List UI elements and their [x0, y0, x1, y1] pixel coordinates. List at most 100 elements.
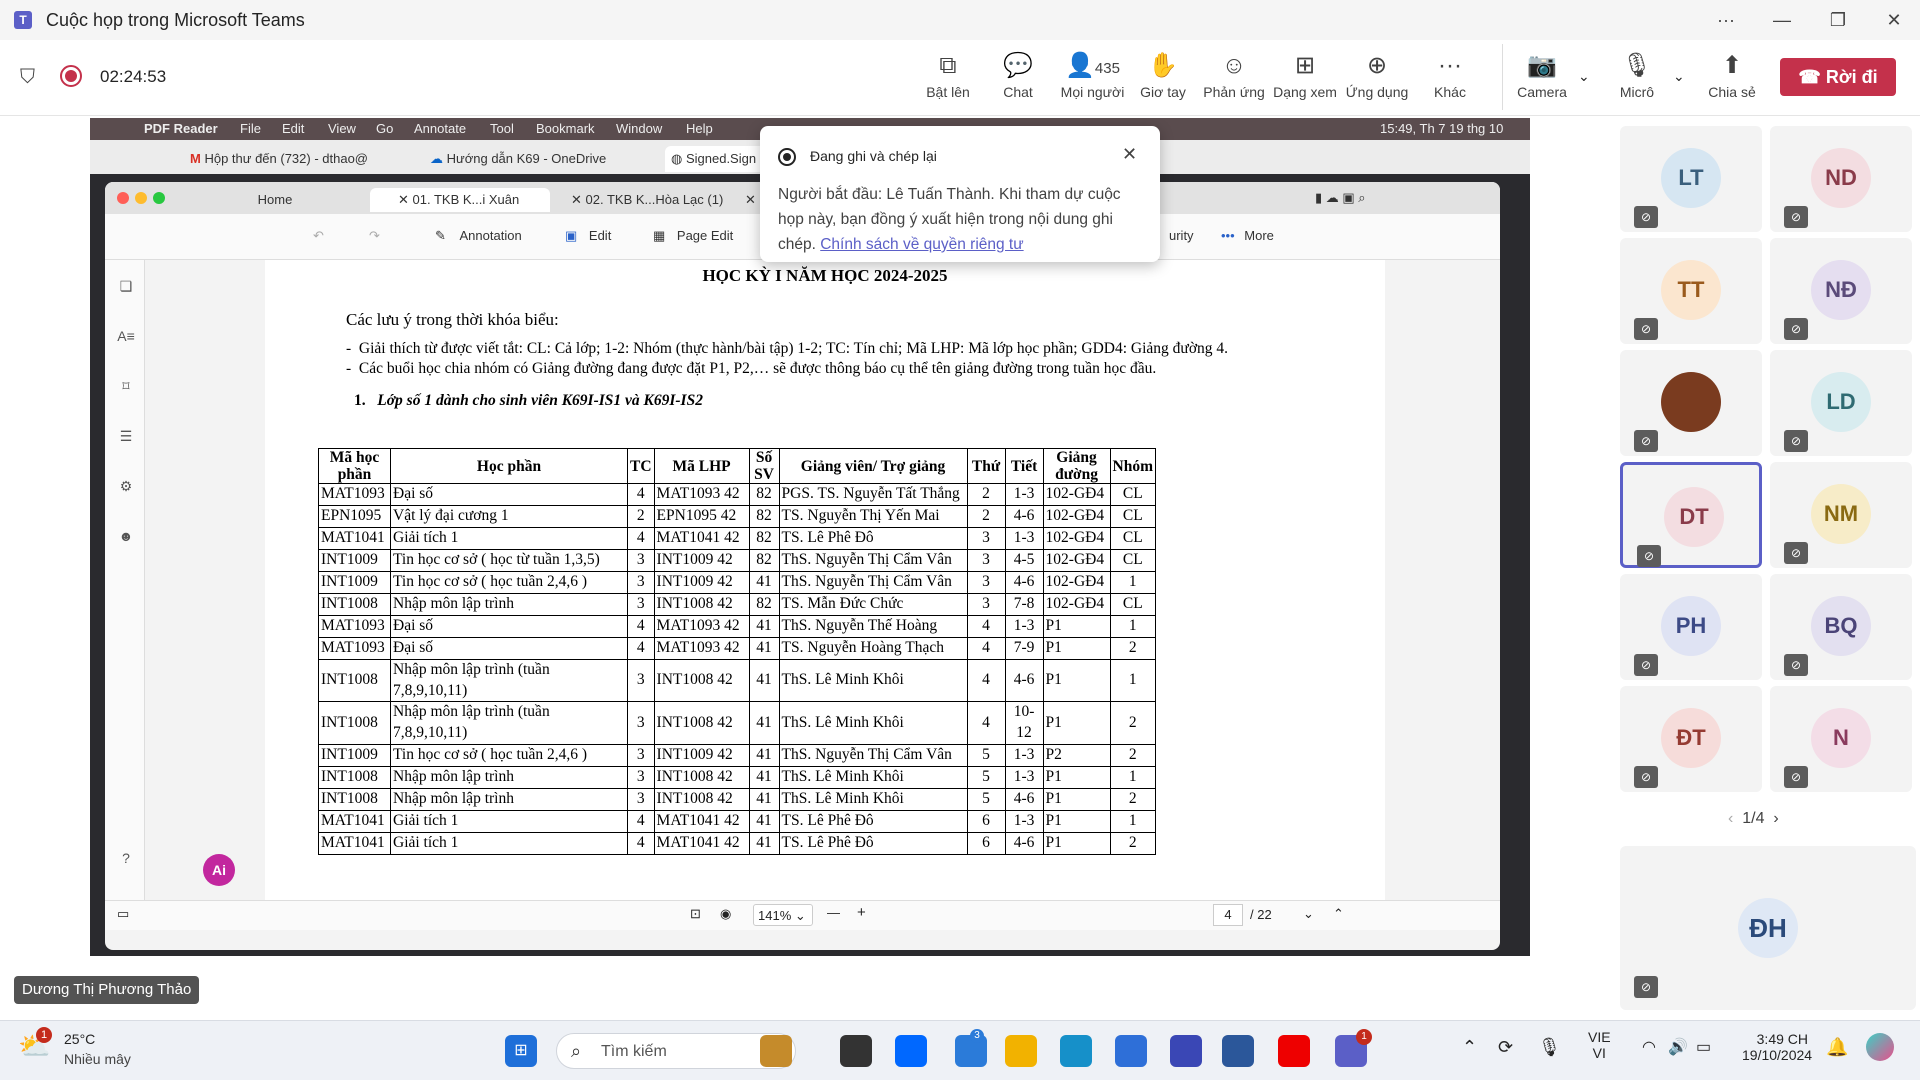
- windows-start-icon[interactable]: ⊞: [505, 1035, 537, 1067]
- help-icon[interactable]: ?: [117, 850, 135, 868]
- apps-button[interactable]: ⊕ Ứng dụng: [1342, 50, 1412, 110]
- copilot-icon[interactable]: [1866, 1033, 1894, 1061]
- mac-close-icon[interactable]: [117, 192, 129, 204]
- undo-icon[interactable]: ↶: [313, 228, 324, 244]
- robot-icon[interactable]: ☻: [117, 528, 135, 546]
- menu-pdf-reader[interactable]: PDF Reader: [144, 121, 218, 136]
- participant-tile[interactable]: TT ⊘: [1620, 238, 1762, 344]
- mac-zoom-icon[interactable]: [153, 192, 165, 204]
- sketch-icon[interactable]: [1170, 1035, 1202, 1067]
- tray-chevron-icon[interactable]: ⌃: [1462, 1037, 1477, 1058]
- page-edit-button[interactable]: ▦ Page Edit: [653, 228, 733, 244]
- browser-tab-onedrive[interactable]: ☁ Hướng dẫn K69 - OneDrive: [430, 146, 655, 172]
- participant-tile[interactable]: LT ⊘: [1620, 126, 1762, 232]
- browser-tab-gmail[interactable]: M Hộp thư đến (732) - dthao@: [190, 146, 426, 172]
- privacy-policy-link[interactable]: Chính sách về quyền riêng tư: [820, 236, 1023, 253]
- close-icon[interactable]: ✕: [1874, 6, 1914, 34]
- participant-tile[interactable]: NM ⊘: [1770, 462, 1912, 568]
- participant-tile[interactable]: N ⊘: [1770, 686, 1912, 792]
- more-button[interactable]: ··· Khác: [1415, 50, 1485, 110]
- volume-icon[interactable]: 🔊: [1668, 1037, 1688, 1057]
- redo-icon[interactable]: ↷: [369, 228, 380, 244]
- participant-tile[interactable]: PH ⊘: [1620, 574, 1762, 680]
- window-more-button[interactable]: ···: [1706, 6, 1746, 34]
- menu-edit[interactable]: Edit: [282, 121, 304, 136]
- mac-minimize-icon[interactable]: [135, 192, 147, 204]
- sidebar-toggle-icon[interactable]: ▭: [117, 906, 129, 922]
- more-tools-button[interactable]: ••• More: [1221, 228, 1274, 243]
- pdf-tab-tkb-2[interactable]: ✕ 02. TKB K...Hòa Lạc (1): [565, 188, 745, 212]
- youtube-icon[interactable]: [1278, 1035, 1310, 1067]
- tab-close-icon[interactable]: ✕: [571, 192, 586, 207]
- prev-icon[interactable]: ‹: [1728, 810, 1738, 827]
- pdf-top-icons[interactable]: ▮ ☁ ▣ ⌕: [1315, 190, 1366, 206]
- tab-close-icon[interactable]: ✕: [398, 192, 413, 207]
- zoom-out-icon[interactable]: —: [827, 905, 840, 920]
- restore-icon[interactable]: ❐: [1818, 6, 1858, 34]
- wifi-icon[interactable]: ◠: [1642, 1037, 1656, 1057]
- sync-icon[interactable]: ⟳: [1498, 1037, 1513, 1058]
- mic-options-chevron-icon[interactable]: ⌄: [1673, 68, 1685, 85]
- menu-view[interactable]: View: [328, 121, 356, 136]
- settings-icon[interactable]: ⚙: [117, 478, 135, 496]
- minimize-icon[interactable]: —: [1762, 6, 1802, 34]
- camera-options-chevron-icon[interactable]: ⌄: [1578, 68, 1590, 85]
- battery-icon[interactable]: ▭: [1696, 1037, 1711, 1057]
- page-number-input[interactable]: 4: [1213, 904, 1243, 926]
- pdf-tab-home[interactable]: Home: [185, 188, 365, 212]
- pdf-tab-tkb-1[interactable]: ✕ 01. TKB K...i Xuân Thủy: [370, 188, 550, 231]
- leave-button[interactable]: ☎ Rời đi: [1780, 58, 1896, 96]
- ai-assistant-button[interactable]: Ai: [203, 854, 235, 886]
- chat-button[interactable]: 💬 Chat: [983, 50, 1053, 110]
- menu-file[interactable]: File: [240, 121, 261, 136]
- prev-page-icon[interactable]: ⌃: [1333, 906, 1344, 922]
- popout-button[interactable]: ⧉ Bật lên: [913, 50, 983, 110]
- annotation-button[interactable]: ✎ Annotation: [435, 228, 522, 244]
- participant-tile[interactable]: ⊘: [1620, 350, 1762, 456]
- participant-tile[interactable]: ND ⊘: [1770, 126, 1912, 232]
- edge-icon[interactable]: [1060, 1035, 1092, 1067]
- word-icon[interactable]: [1222, 1035, 1254, 1067]
- menu-annotate[interactable]: Annotate: [414, 121, 466, 136]
- language-indicator[interactable]: VIE VI: [1588, 1029, 1611, 1061]
- eye-icon[interactable]: ◉: [720, 906, 731, 922]
- list-icon[interactable]: ☰: [117, 428, 135, 446]
- mic-button[interactable]: 🎙 Micrô: [1602, 50, 1672, 110]
- text-icon[interactable]: A≡: [117, 328, 135, 346]
- menu-go[interactable]: Go: [376, 121, 393, 136]
- mic-muted-icon[interactable]: 🎙: [1538, 1037, 1561, 1058]
- security-button[interactable]: urity: [1169, 228, 1194, 243]
- folder-icon[interactable]: [1005, 1035, 1037, 1067]
- next-icon[interactable]: ›: [1769, 810, 1778, 827]
- view-button[interactable]: ⊞ Dạng xem: [1270, 50, 1340, 110]
- menu-help[interactable]: Help: [686, 121, 713, 136]
- bell-icon[interactable]: 🔔: [1826, 1037, 1848, 1058]
- reaction-button[interactable]: ☺ Phản ứng: [1199, 50, 1269, 110]
- participant-tile[interactable]: ĐT ⊘: [1620, 686, 1762, 792]
- tab-close-icon[interactable]: ✕: [745, 192, 760, 207]
- menu-tool[interactable]: Tool: [490, 121, 514, 136]
- zoom-select[interactable]: 141% ⌄: [753, 904, 813, 926]
- pages-icon[interactable]: ❏: [117, 278, 135, 296]
- participant-tile[interactable]: NĐ ⊘: [1770, 238, 1912, 344]
- zalo-icon[interactable]: [895, 1035, 927, 1067]
- file-manager-icon[interactable]: [840, 1035, 872, 1067]
- people-button[interactable]: 👤435 Mọi người: [1055, 50, 1130, 110]
- participant-tile-large[interactable]: ĐH ⊘: [1620, 846, 1916, 1010]
- participant-tile[interactable]: DT ⊘: [1620, 462, 1762, 568]
- zoom-in-icon[interactable]: +: [857, 904, 866, 921]
- menu-bookmark[interactable]: Bookmark: [536, 121, 595, 136]
- bookmark-icon[interactable]: ⌑: [117, 378, 135, 396]
- raise-hand-button[interactable]: ✋ Giơ tay: [1128, 50, 1198, 110]
- hat-decoration-icon[interactable]: [760, 1035, 792, 1067]
- next-page-icon[interactable]: ⌄: [1303, 906, 1314, 922]
- fit-icon[interactable]: ⊡: [690, 906, 701, 922]
- participant-tile[interactable]: LD ⊘: [1770, 350, 1912, 456]
- camera-button[interactable]: 📷 Camera: [1507, 50, 1577, 110]
- clock[interactable]: 3:49 CH 19/10/2024: [1742, 1031, 1812, 1063]
- close-icon[interactable]: ✕: [1122, 144, 1137, 165]
- edit-button[interactable]: ▣ Edit: [565, 228, 611, 244]
- store-icon[interactable]: [1115, 1035, 1147, 1067]
- participant-tile[interactable]: BQ ⊘: [1770, 574, 1912, 680]
- share-button[interactable]: ⬆ Chia sẻ: [1697, 50, 1767, 110]
